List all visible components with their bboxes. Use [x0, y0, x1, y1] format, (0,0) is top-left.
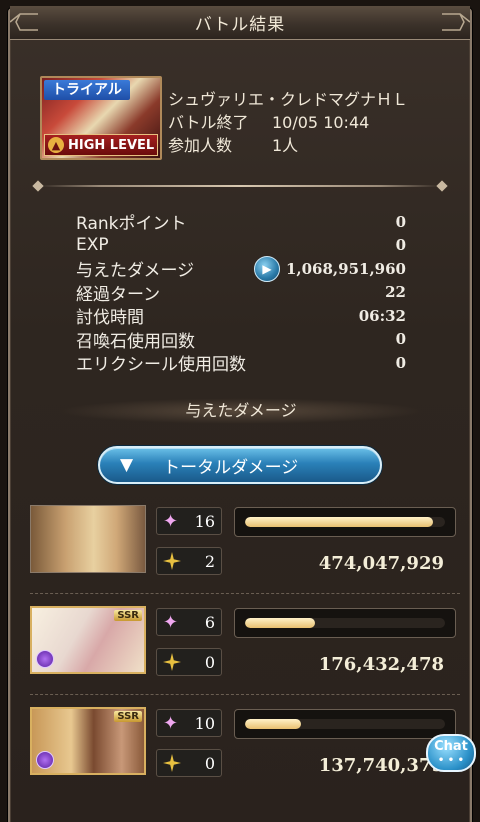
stat-label: 与えたダメージ — [76, 261, 195, 282]
dark-element-icon — [36, 650, 54, 668]
stat-row: 与えたダメージ ▶ 1,068,951,960 — [76, 255, 406, 282]
stat-label: Rankポイント — [76, 214, 187, 235]
row-divider — [30, 694, 460, 695]
stat-label: EXP — [76, 235, 109, 256]
level-label: HIGH LEVEL — [68, 137, 155, 153]
sparkle-icon: ✦ — [163, 510, 179, 532]
end-value: 10/05 10:44 — [272, 113, 370, 132]
damage-value: 176,432,478 — [318, 654, 444, 675]
dark-element-icon — [36, 751, 54, 769]
chat-button[interactable]: Chat • • • — [426, 734, 476, 772]
main-character-portrait[interactable] — [30, 505, 146, 573]
crossed-swords-icon — [163, 754, 181, 772]
trial-badge: トライアル — [44, 80, 130, 100]
play-icon[interactable]: ▶ — [253, 255, 280, 282]
stat-row: EXP 0 — [76, 234, 406, 258]
stat-value: 0 — [395, 330, 406, 349]
stat-value: 0 — [395, 236, 406, 255]
special-count: 0 — [204, 753, 215, 773]
stat-value: 0 — [395, 353, 406, 372]
hit-count-box: ✦ 16 — [156, 507, 222, 535]
ssr-badge: SSR — [114, 711, 142, 722]
special-count-box: 0 — [156, 648, 222, 676]
damage-bar-fill — [245, 719, 301, 729]
stat-value: 06:32 — [358, 306, 406, 325]
row-divider — [30, 593, 460, 594]
dropdown-label: トータルダメージ — [163, 457, 299, 478]
stat-label: 召喚石使用回数 — [76, 331, 195, 352]
damage-bar-fill — [245, 517, 433, 527]
special-count: 0 — [204, 652, 215, 672]
chat-dots-icon: • • • — [437, 755, 465, 766]
participants-label: 参加人数 — [168, 136, 233, 155]
stats-list: Rankポイント 0 EXP 0 与えたダメージ ▶ 1,068,951,960 経… — [76, 210, 406, 376]
total-damage-dropdown[interactable]: ▼ トータルダメージ — [98, 446, 382, 484]
stat-value: 1,068,951,960 — [285, 259, 406, 278]
hit-count: 6 — [204, 612, 215, 632]
damage-bar-fill — [245, 618, 315, 628]
stat-row: 討伐時間 06:32 — [76, 304, 406, 329]
page-title: バトル結果 — [194, 15, 286, 35]
damage-bar — [234, 507, 456, 537]
character-portrait[interactable]: SSR — [30, 606, 146, 674]
stat-row: Rankポイント 0 — [76, 210, 406, 235]
sparkle-icon: ✦ — [163, 611, 179, 633]
hit-count: 16 — [194, 511, 215, 531]
divider — [30, 180, 450, 192]
stat-label: エリクシール使用回数 — [76, 355, 246, 376]
participants-value: 1人 — [272, 136, 299, 155]
character-damage-row: SSR ✦ 6 0 176,432,478 — [30, 606, 460, 696]
special-count: 2 — [204, 551, 215, 571]
sparkle-icon: ✦ — [163, 712, 179, 734]
ornament-left-icon — [10, 13, 38, 31]
stat-label: 討伐時間 — [76, 308, 144, 329]
chevron-down-icon: ▼ — [120, 455, 134, 475]
damage-value: 137,740,379 — [318, 755, 444, 776]
title-bar: バトル結果 — [10, 6, 470, 40]
special-count-box: 2 — [156, 547, 222, 575]
damage-value-group: ▶ 1,068,951,960 — [253, 255, 406, 282]
special-count-box: 0 — [156, 749, 222, 777]
stat-value: 0 — [395, 212, 406, 231]
character-damage-row: SSR ✦ 10 0 137,740,379 — [30, 707, 460, 797]
quest-name: シュヴァリエ・クレドマグナＨＬ — [168, 90, 409, 109]
level-icon: ▲ — [48, 137, 64, 153]
ssr-badge: SSR — [114, 610, 142, 621]
high-level-badge: ▲ HIGH LEVEL — [44, 134, 158, 156]
damage-section-title: 与えたダメージ — [56, 398, 426, 424]
quest-banner: トライアル ▲ HIGH LEVEL — [40, 76, 162, 160]
ornament-right-icon — [442, 13, 470, 31]
damage-bar — [234, 709, 456, 739]
crossed-swords-icon — [163, 552, 181, 570]
crossed-swords-icon — [163, 653, 181, 671]
quest-info: シュヴァリエ・クレドマグナＨＬ バトル終了 10/05 10:44 参加人数 1人 — [168, 88, 408, 157]
stat-value: 22 — [385, 283, 406, 302]
stat-label: 経過ターン — [76, 284, 161, 305]
damage-bar — [234, 608, 456, 638]
stat-row: 経過ターン 22 — [76, 281, 406, 305]
stat-row: エリクシール使用回数 0 — [76, 351, 406, 376]
stat-row: 召喚石使用回数 0 — [76, 328, 406, 352]
damage-value: 474,047,929 — [318, 553, 444, 574]
character-damage-row: ✦ 16 2 474,047,929 — [30, 505, 460, 595]
end-label: バトル終了 — [168, 113, 249, 132]
hit-count-box: ✦ 10 — [156, 709, 222, 737]
hit-count: 10 — [194, 713, 215, 733]
hit-count-box: ✦ 6 — [156, 608, 222, 636]
character-portrait[interactable]: SSR — [30, 707, 146, 775]
